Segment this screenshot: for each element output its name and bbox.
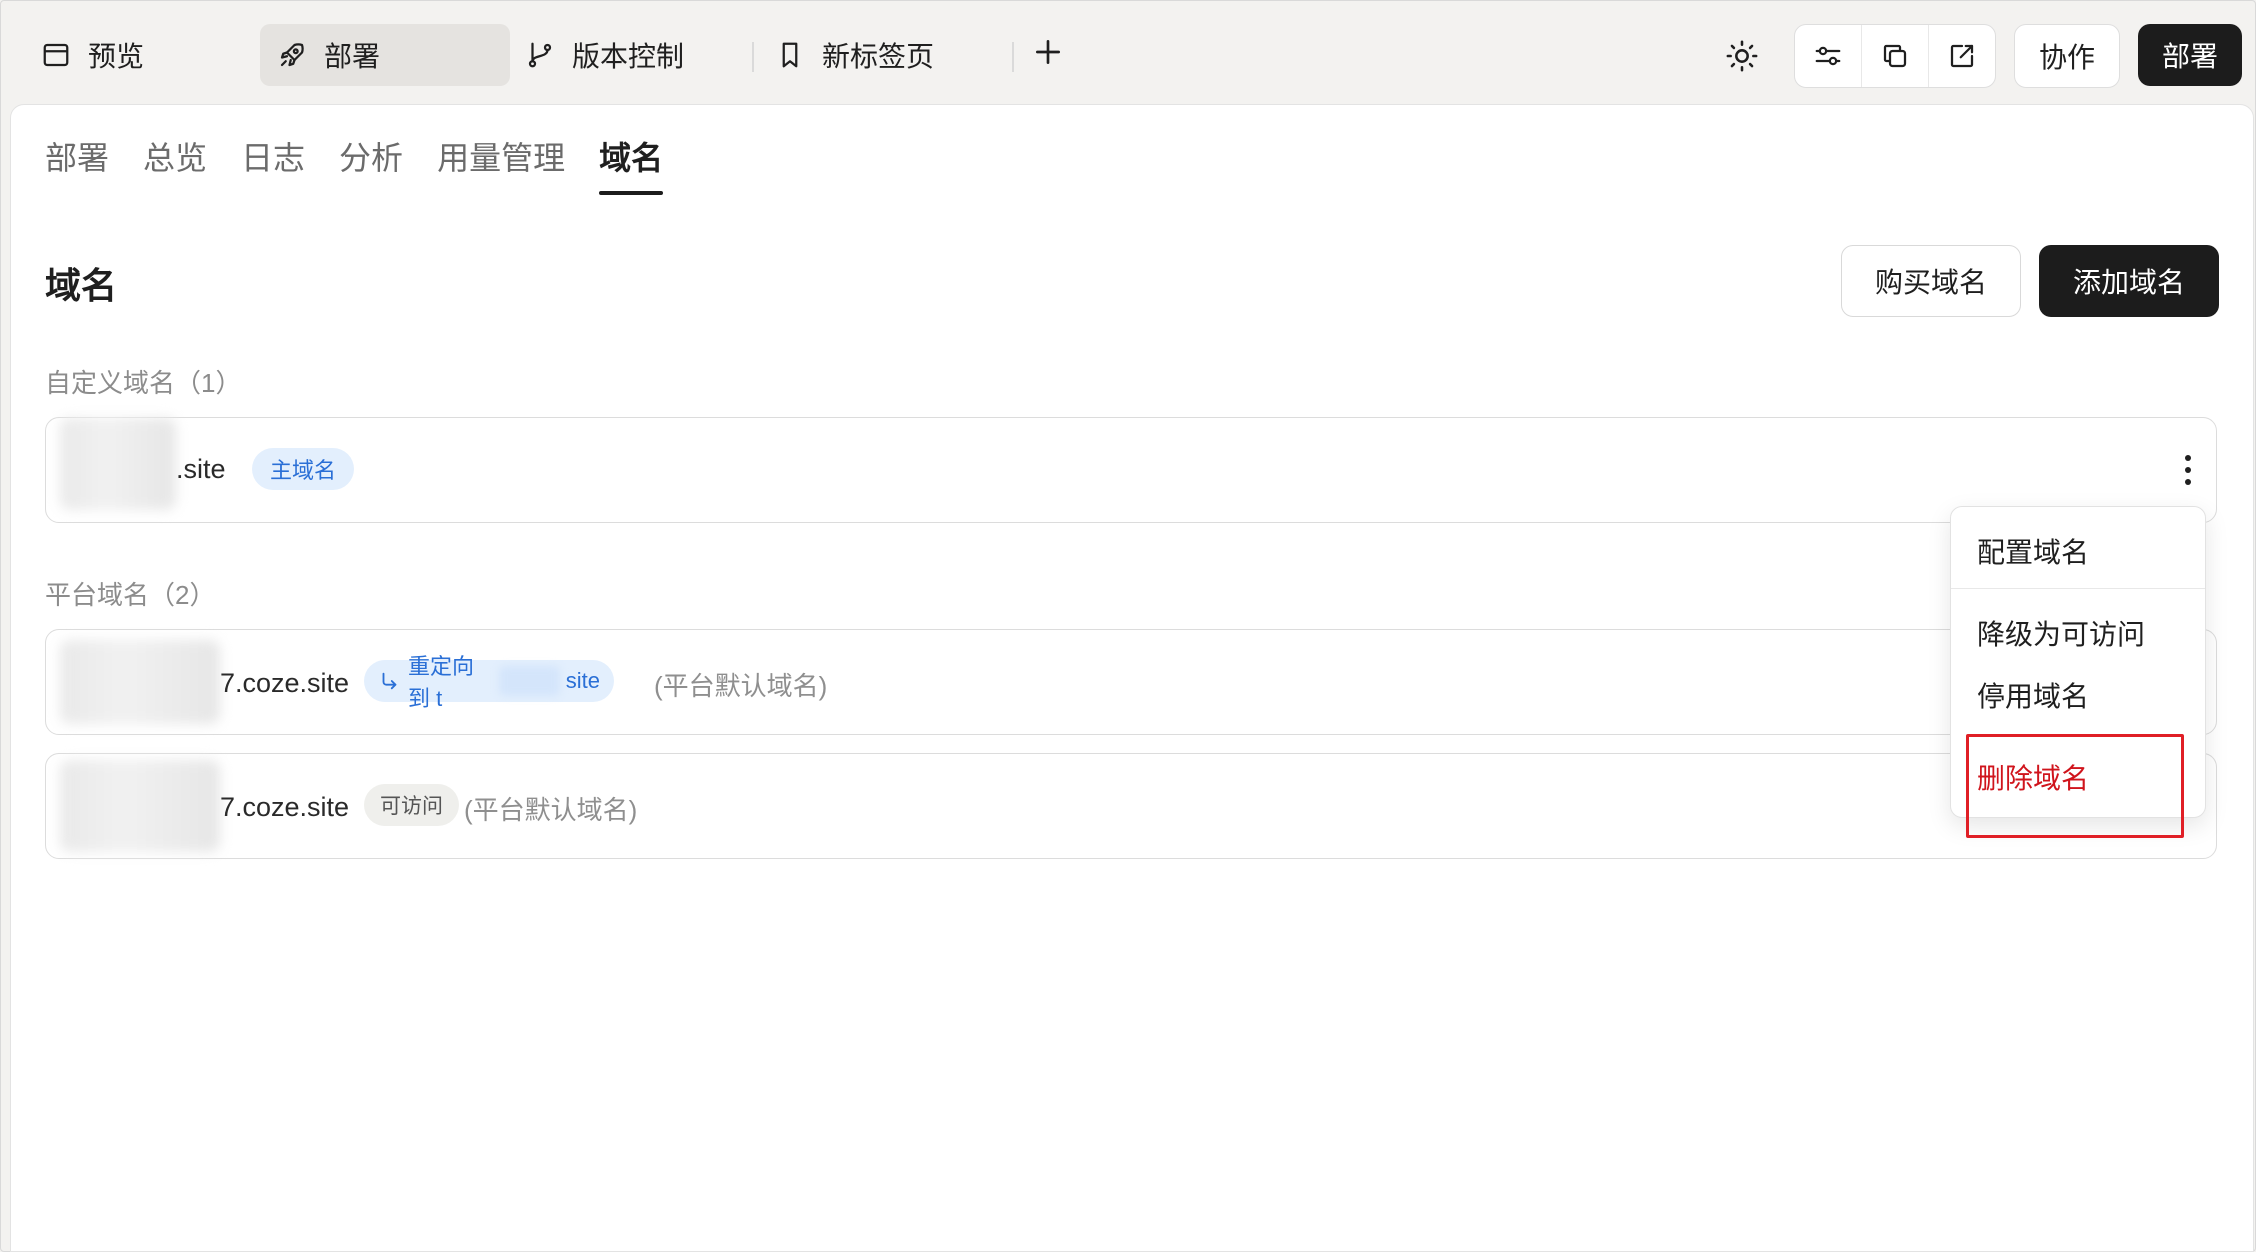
tab-preview[interactable]: 预览 (26, 24, 158, 86)
git-branch-icon (524, 39, 556, 71)
menu-divider (1951, 588, 2205, 589)
domain-name: 7.coze.site (220, 668, 350, 698)
subtab-deploy[interactable]: 部署 (45, 133, 109, 195)
tab-separator (752, 42, 754, 72)
redacted-redirect-target (498, 666, 560, 696)
more-options-icon[interactable] (2178, 450, 2198, 490)
custom-domains-label: 自定义域名（1） (45, 368, 242, 398)
tab-label: 版本控制 (572, 41, 685, 72)
subtab-domains[interactable]: 域名 (599, 133, 664, 195)
tab-label: 部署 (324, 41, 381, 72)
platform-domain-card: 7.coze.site 重定向到 t site (平台默认域名) (45, 629, 2217, 735)
tab-separator (1012, 42, 1014, 72)
add-domain-button[interactable]: 添加域名 (2039, 245, 2219, 317)
primary-domain-badge: 主域名 (252, 448, 355, 490)
collaborate-button[interactable]: 协作 (2014, 24, 2120, 88)
highlight-box (1966, 734, 2184, 838)
redacted-domain (60, 640, 220, 724)
rocket-icon (276, 39, 308, 71)
tab-label: 预览 (88, 41, 145, 72)
redirect-arrow-icon (378, 670, 400, 692)
menu-item-downgrade[interactable]: 降级为可访问 (1977, 613, 2145, 653)
external-link-icon[interactable] (1929, 25, 1995, 87)
redirect-badge: 重定向到 t site (364, 654, 614, 711)
default-domain-note: (平台默认域名) (464, 795, 638, 825)
bookmark-icon (774, 39, 806, 71)
redacted-domain (60, 418, 176, 510)
tab-new-tab[interactable]: 新标签页 (774, 24, 934, 86)
redirect-label: 重定向到 t (408, 654, 475, 711)
platform-domains-label: 平台域名（2） (45, 580, 216, 610)
tab-version-control[interactable]: 版本控制 (524, 24, 684, 86)
domain-name: .site (176, 454, 226, 484)
accessible-badge: 可访问 (364, 784, 459, 826)
custom-domain-card: .site 主域名 (45, 417, 2217, 523)
subtab-analytics[interactable]: 分析 (339, 133, 403, 195)
default-domain-note: (平台默认域名) (654, 671, 828, 701)
tab-label: 新标签页 (822, 41, 935, 72)
page-title: 域名 (45, 265, 118, 306)
toolbar-button-group (1794, 24, 1996, 88)
subtab-overview[interactable]: 总览 (143, 133, 207, 195)
menu-item-configure[interactable]: 配置域名 (1977, 531, 2089, 571)
redacted-domain (60, 760, 220, 852)
plus-icon[interactable] (1030, 34, 1066, 70)
tab-deploy[interactable]: 部署 (260, 24, 510, 86)
subtab-bar: 部署 总览 日志 分析 用量管理 域名 (45, 133, 664, 195)
main-panel: 部署 总览 日志 分析 用量管理 域名 域名 购买域名 添加域名 自定义域名（1… (10, 104, 2254, 1252)
top-bar: 预览 部署 版本控制 新标签页 协作 部署 (0, 0, 2256, 104)
platform-domain-card: 7.coze.site 可访问 (平台默认域名) (45, 753, 2217, 859)
browser-window-icon (40, 39, 72, 71)
sun-icon[interactable] (1722, 36, 1762, 76)
buy-domain-button[interactable]: 购买域名 (1841, 245, 2021, 317)
subtab-usage[interactable]: 用量管理 (437, 133, 565, 195)
menu-item-disable[interactable]: 停用域名 (1977, 675, 2089, 715)
deploy-button[interactable]: 部署 (2138, 24, 2242, 86)
domain-name: 7.coze.site (220, 792, 350, 822)
copy-icon[interactable] (1862, 25, 1929, 87)
sliders-icon[interactable] (1795, 25, 1862, 87)
subtab-logs[interactable]: 日志 (241, 133, 305, 195)
redirect-suffix: site (565, 668, 600, 693)
